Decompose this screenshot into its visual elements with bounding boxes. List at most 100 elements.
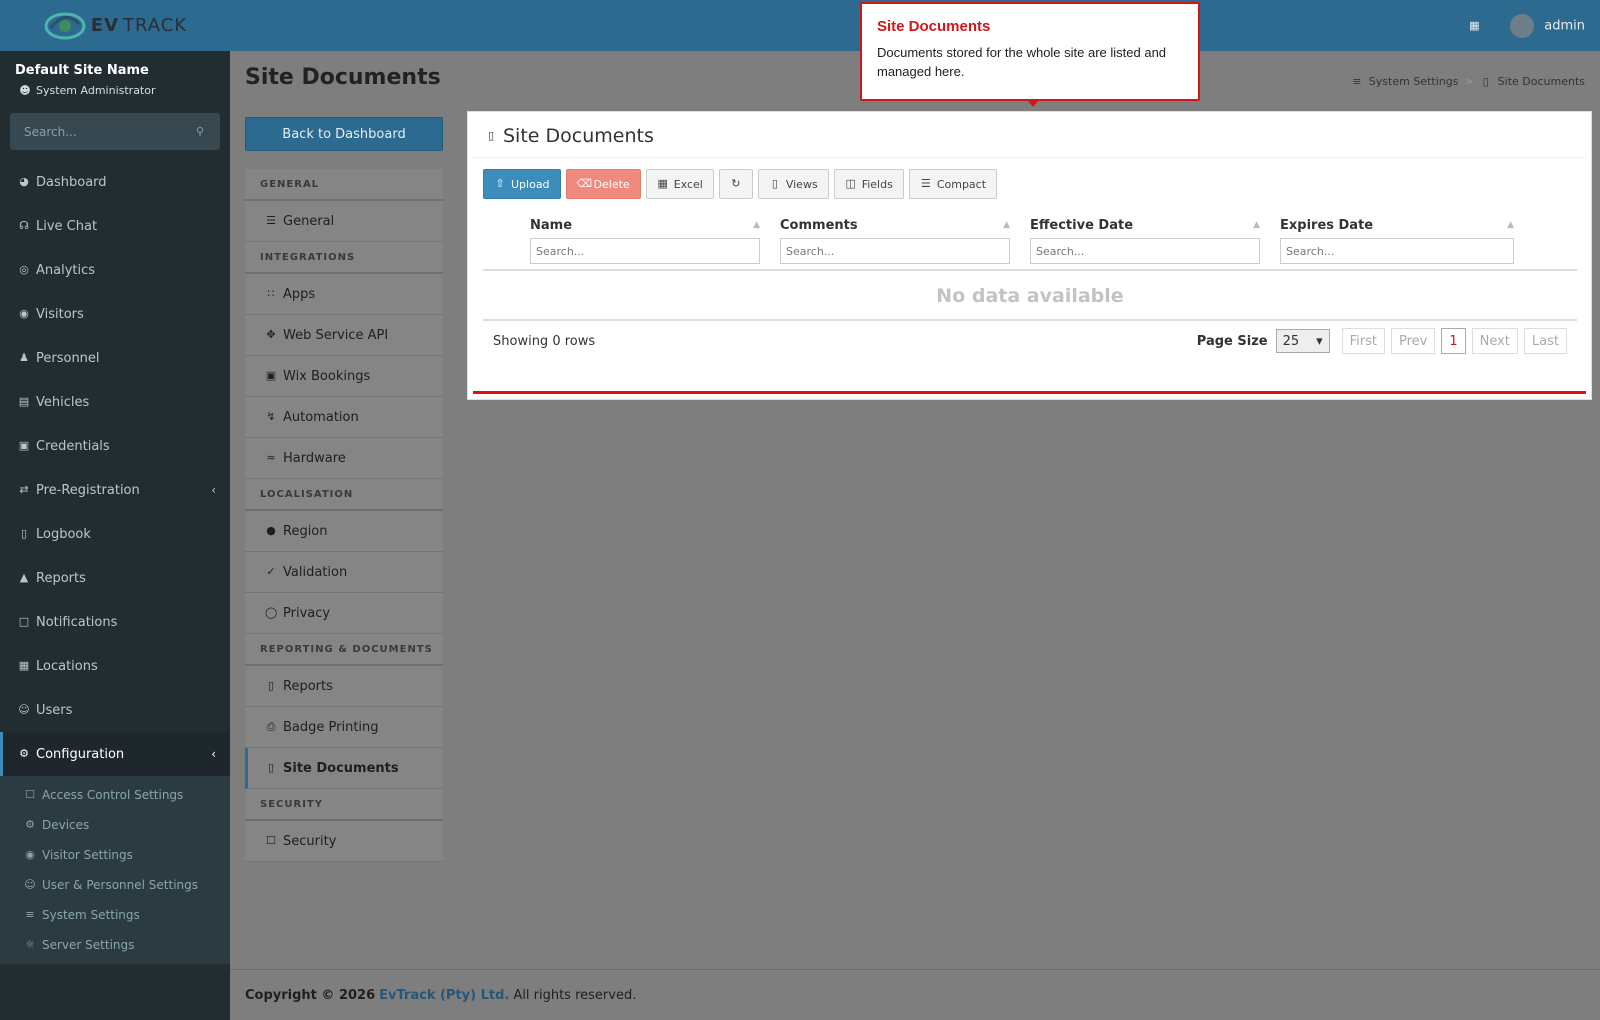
nav-section-localisation: LOCALISATION: [245, 479, 443, 511]
sort-asc-icon[interactable]: ▲: [1507, 220, 1514, 230]
lock-icon: ☐: [25, 788, 35, 801]
excel-button[interactable]: ▦ Excel: [645, 169, 714, 199]
user-menu[interactable]: admin: [1510, 13, 1585, 38]
brand-track: TRACK: [123, 15, 188, 36]
submenu-item-system-settings[interactable]: ≡ System Settings: [0, 900, 230, 930]
user-role: ☻ System Administrator: [15, 84, 215, 97]
nav-item-reports[interactable]: ▯ Reports: [245, 666, 443, 707]
next-page-button[interactable]: Next: [1471, 328, 1518, 354]
sort-asc-icon[interactable]: ▲: [1253, 220, 1260, 230]
file-icon: ▯: [267, 761, 275, 774]
nav-item-site-documents[interactable]: ▯ Site Documents: [245, 748, 443, 789]
menu-item-vehicles[interactable]: ▤ Vehicles: [0, 380, 230, 424]
submenu-item-label: Devices: [42, 818, 90, 832]
map-icon: ▦: [18, 659, 30, 672]
submenu-item-devices[interactable]: ⚙ Devices: [0, 810, 230, 840]
page-size-select[interactable]: 25 ▾: [1275, 329, 1330, 353]
compact-button[interactable]: ☰ Compact: [908, 169, 998, 199]
search-icon[interactable]: ⚲: [194, 125, 206, 138]
nav-item-web-service-api[interactable]: ✥ Web Service API: [245, 315, 443, 356]
submenu-item-user-personnel[interactable]: ☺ User & Personnel Settings: [0, 870, 230, 900]
menu-item-logbook[interactable]: ▯ Logbook: [0, 512, 230, 556]
breadcrumb-system-settings[interactable]: System Settings: [1369, 75, 1459, 88]
sort-asc-icon[interactable]: ▲: [753, 220, 760, 230]
menu-item-notifications[interactable]: □ Notifications: [0, 600, 230, 644]
logo-swirl-icon: [44, 12, 86, 39]
submenu-item-server-settings[interactable]: ☼ Server Settings: [0, 930, 230, 960]
sliders-icon: ≡: [25, 908, 35, 921]
empty-state: No data available: [483, 273, 1577, 321]
nav-item-badge-printing[interactable]: ⎙ Badge Printing: [245, 707, 443, 748]
refresh-button[interactable]: ↻: [718, 169, 753, 199]
brand-logo: EV TRACK: [43, 11, 187, 41]
fingerprint-icon: ≈: [266, 451, 276, 464]
nav-item-general[interactable]: ☰ General: [245, 201, 443, 242]
menu-item-personnel[interactable]: ♟ Personnel: [0, 336, 230, 380]
nav-item-automation[interactable]: ↯ Automation: [245, 397, 443, 438]
sort-asc-icon[interactable]: ▲: [1003, 220, 1010, 230]
column-header-effective-date[interactable]: Effective Date ▲: [1030, 215, 1260, 235]
views-label: Views: [785, 177, 818, 191]
back-to-dashboard-button[interactable]: Back to Dashboard: [245, 117, 443, 151]
menu-item-label: Analytics: [36, 262, 96, 278]
nav-item-validation[interactable]: ✓ Validation: [245, 552, 443, 593]
prev-page-button[interactable]: Prev: [1390, 328, 1436, 354]
panel-divider: [473, 157, 1586, 158]
grid-header: Name ▲ Search... Comments ▲ Search... Effe…: [483, 215, 1577, 271]
nav-item-privacy[interactable]: ◯ Privacy: [245, 593, 443, 634]
menu-item-analytics[interactable]: ◎ Analytics: [0, 248, 230, 292]
expires-date-filter-input[interactable]: Search...: [1280, 238, 1514, 264]
menu-item-locations[interactable]: ▦ Locations: [0, 644, 230, 688]
nav-item-region[interactable]: ● Region: [245, 511, 443, 552]
column-label: Expires Date: [1280, 217, 1374, 233]
submenu-item-label: Access Control Settings: [42, 788, 184, 802]
fields-button[interactable]: ◫ Fields: [833, 169, 904, 199]
sidebar-search-input[interactable]: Search... ⚲: [10, 113, 220, 150]
menu-item-label: Vehicles: [36, 394, 90, 410]
menu-item-credentials[interactable]: ▣ Credentials: [0, 424, 230, 468]
first-page-button[interactable]: First: [1341, 328, 1385, 354]
bar-chart-icon: ▯: [267, 679, 275, 692]
calendar-icon: ▣: [265, 369, 277, 382]
copyright-text: Copyright © 2026: [245, 987, 376, 1003]
column-header-comments[interactable]: Comments ▲: [780, 215, 1010, 235]
menu-item-reports[interactable]: ▲ Reports: [0, 556, 230, 600]
effective-date-filter-input[interactable]: Search...: [1030, 238, 1260, 264]
pager: Page Size 25 ▾ First Prev 1 Next Last: [1197, 328, 1567, 354]
views-button[interactable]: ▯ Views: [757, 169, 829, 199]
nav-item-hardware[interactable]: ≈ Hardware: [245, 438, 443, 479]
last-page-button[interactable]: Last: [1523, 328, 1567, 354]
menu-item-configuration[interactable]: ⚙ Configuration ‹: [0, 732, 230, 776]
submenu-item-visitor-settings[interactable]: ◉ Visitor Settings: [0, 840, 230, 870]
avatar: [1510, 13, 1535, 38]
panel-title: ▯ Site Documents: [485, 125, 654, 147]
menu-item-dashboard[interactable]: ◕ Dashboard: [0, 160, 230, 204]
current-page-button[interactable]: 1: [1441, 328, 1466, 354]
users-cog-icon: ☺: [18, 703, 30, 716]
column-header-expires-date[interactable]: Expires Date ▲: [1280, 215, 1514, 235]
menu-item-users[interactable]: ☺ Users: [0, 688, 230, 732]
submenu-item-access-control[interactable]: ☐ Access Control Settings: [0, 780, 230, 810]
upload-button[interactable]: ⇧ Upload: [483, 169, 561, 199]
configuration-submenu: ☐ Access Control Settings ⚙ Devices ◉ Visit…: [0, 776, 230, 964]
nav-item-label: Site Documents: [283, 760, 399, 776]
delete-button[interactable]: ⌫ Delete: [565, 169, 641, 199]
comments-filter-input[interactable]: Search...: [780, 238, 1010, 264]
nav-item-apps[interactable]: ∷ Apps: [245, 274, 443, 315]
nav-item-label: General: [283, 213, 335, 229]
sidebar-search-placeholder: Search...: [24, 124, 77, 139]
breadcrumb-site-documents: Site Documents: [1497, 75, 1585, 88]
list-icon: ☰: [266, 214, 276, 227]
column-header-name[interactable]: Name ▲: [530, 215, 760, 235]
menu-item-label: Dashboard: [36, 174, 107, 190]
company-link[interactable]: EvTrack (Pty) Ltd.: [379, 988, 509, 1003]
nav-item-security[interactable]: ☐ Security: [245, 821, 443, 862]
logo[interactable]: EV TRACK: [0, 0, 230, 51]
name-filter-input[interactable]: Search...: [530, 238, 760, 264]
filter-placeholder: Search...: [1036, 244, 1085, 258]
menu-item-live-chat[interactable]: ☊ Live Chat: [0, 204, 230, 248]
building-icon[interactable]: ▦: [1468, 19, 1480, 32]
menu-item-visitors[interactable]: ◉ Visitors: [0, 292, 230, 336]
nav-item-wix-bookings[interactable]: ▣ Wix Bookings: [245, 356, 443, 397]
menu-item-pre-registration[interactable]: ⇄ Pre-Registration ‹: [0, 468, 230, 512]
